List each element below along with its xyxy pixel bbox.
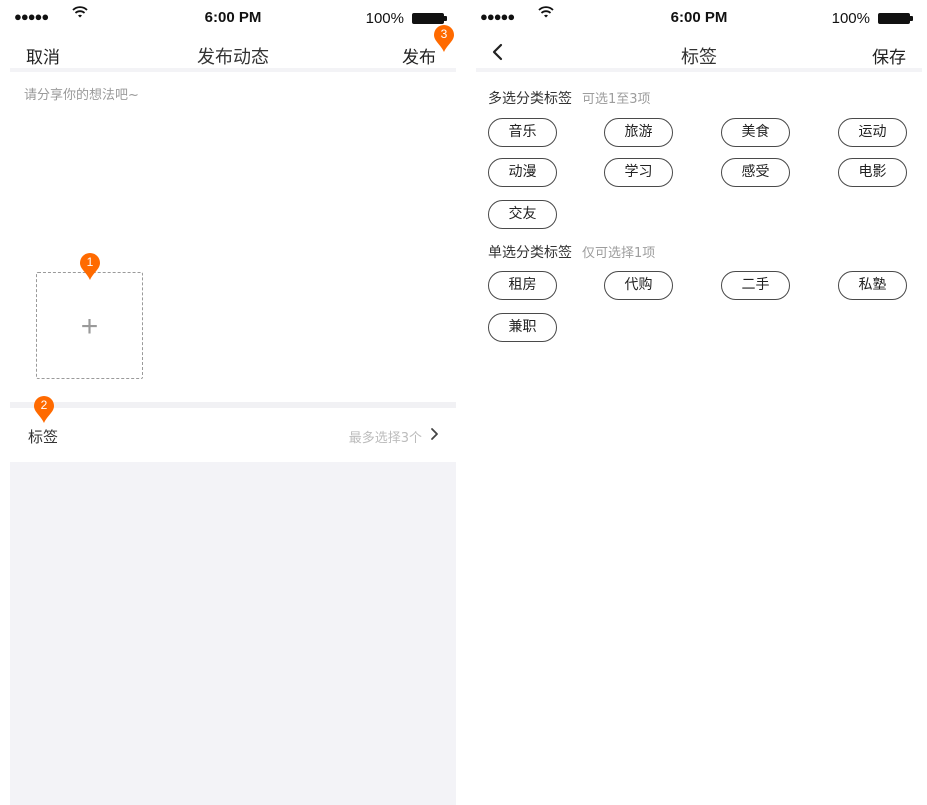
- tag-chip-sports[interactable]: 运动: [838, 118, 907, 147]
- single-select-section-header: 单选分类标签 仅可选择1项: [488, 242, 655, 262]
- tag-chip-purchasing-agent[interactable]: 代购: [604, 271, 673, 300]
- tag-chip-travel[interactable]: 旅游: [604, 118, 673, 147]
- page-title: 发布动态: [197, 47, 269, 68]
- post-text-input[interactable]: [24, 84, 444, 234]
- nav-bar: 标签 保存: [476, 34, 922, 72]
- tag-chip-part-time[interactable]: 兼职: [488, 313, 557, 342]
- status-bar: ●●●●● 6:00 PM 100%: [10, 0, 456, 34]
- tag-chip-feelings[interactable]: 感受: [721, 158, 790, 187]
- empty-background-area: [10, 462, 456, 805]
- save-button[interactable]: 保存: [872, 43, 906, 68]
- publish-button[interactable]: 发布: [402, 43, 436, 68]
- annotation-marker-3: 3: [433, 25, 455, 53]
- add-photo-button[interactable]: +: [36, 272, 143, 379]
- plus-icon: +: [80, 310, 99, 343]
- chevron-right-icon: [431, 428, 438, 440]
- multi-select-title: 多选分类标签: [488, 91, 572, 107]
- battery-icon: [412, 13, 444, 24]
- tag-chip-rental[interactable]: 租房: [488, 271, 557, 300]
- tag-chip-movies[interactable]: 电影: [838, 158, 907, 187]
- multi-select-subtitle: 可选1至3项: [582, 92, 651, 107]
- single-select-subtitle: 仅可选择1项: [582, 246, 656, 261]
- tag-chip-music[interactable]: 音乐: [488, 118, 557, 147]
- nav-bar: 取消 发布动态 发布: [10, 34, 456, 72]
- battery-percentage: 100%: [831, 10, 870, 27]
- tag-row-label: 标签: [28, 428, 59, 446]
- battery-icon: [878, 13, 910, 24]
- tag-chip-study[interactable]: 学习: [604, 158, 673, 187]
- battery-tip: [910, 16, 913, 21]
- tag-chip-friends[interactable]: 交友: [488, 200, 557, 229]
- battery-percentage: 100%: [365, 10, 404, 27]
- marker-number: 2: [40, 398, 48, 412]
- page-title: 标签: [681, 47, 717, 68]
- tag-chip-food[interactable]: 美食: [721, 118, 790, 147]
- tag-chip-tutoring[interactable]: 私塾: [838, 271, 907, 300]
- marker-number: 1: [86, 255, 94, 269]
- tag-chip-second-hand[interactable]: 二手: [721, 271, 790, 300]
- tag-row-hint: 最多选择3个: [348, 431, 422, 446]
- marker-number: 3: [440, 27, 448, 41]
- annotation-marker-1: 1: [79, 253, 101, 281]
- publish-screen: ●●●●● 6:00 PM 100% 取消 发布动态 发布 + 标签 最多选择3…: [10, 0, 456, 805]
- tag-screen: ●●●●● 6:00 PM 100% 标签 保存 多选分类标签 可选1至3项 音乐…: [476, 0, 922, 805]
- status-bar: ●●●●● 6:00 PM 100%: [476, 0, 922, 34]
- tag-chip-anime[interactable]: 动漫: [488, 158, 557, 187]
- tag-select-row[interactable]: 标签 最多选择3个: [10, 408, 456, 462]
- battery-tip: [444, 16, 447, 21]
- multi-select-section-header: 多选分类标签 可选1至3项: [488, 88, 651, 108]
- single-select-title: 单选分类标签: [488, 245, 572, 261]
- annotation-marker-2: 2: [33, 396, 55, 424]
